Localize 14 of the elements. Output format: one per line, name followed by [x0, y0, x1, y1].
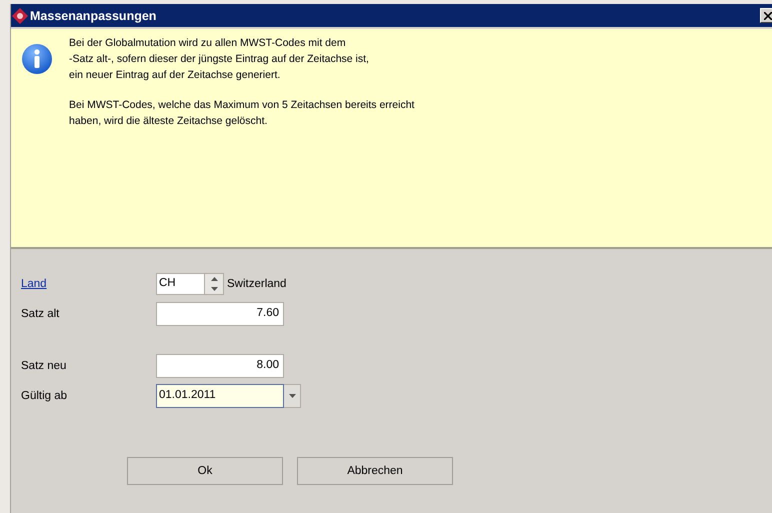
- number-field[interactable]: 8.00: [156, 354, 284, 378]
- field-label: Satz neu: [21, 360, 66, 372]
- number-field[interactable]: 7.60: [156, 302, 284, 326]
- country-spinner[interactable]: CH: [156, 273, 224, 295]
- country-name: Switzerland: [227, 278, 286, 290]
- ok-button[interactable]: Ok: [127, 457, 283, 485]
- cancel-button[interactable]: Abbrechen: [297, 457, 453, 485]
- date-field[interactable]: 01.01.2011: [156, 384, 284, 408]
- window-title: Massenanpassungen: [30, 8, 156, 22]
- land-link[interactable]: Land: [21, 278, 47, 290]
- field-label: Satz alt: [21, 308, 60, 320]
- info-text: Bei MWST-Codes, welche das Maximum von 5 Zeitachsen bereits erreicht haben, wird die älteste Zeitachse gelöscht.: [69, 98, 414, 129]
- field-label: Gültig ab: [21, 390, 68, 402]
- info-text: Bei der Globalmutation wird zu allen MWST-Codes mit dem -Satz alt-, sofern dieser der jüngste Eintrag auf der Zeitachse ist, ein neuer Eintrag auf der Zeitachse generiert.: [69, 36, 370, 83]
